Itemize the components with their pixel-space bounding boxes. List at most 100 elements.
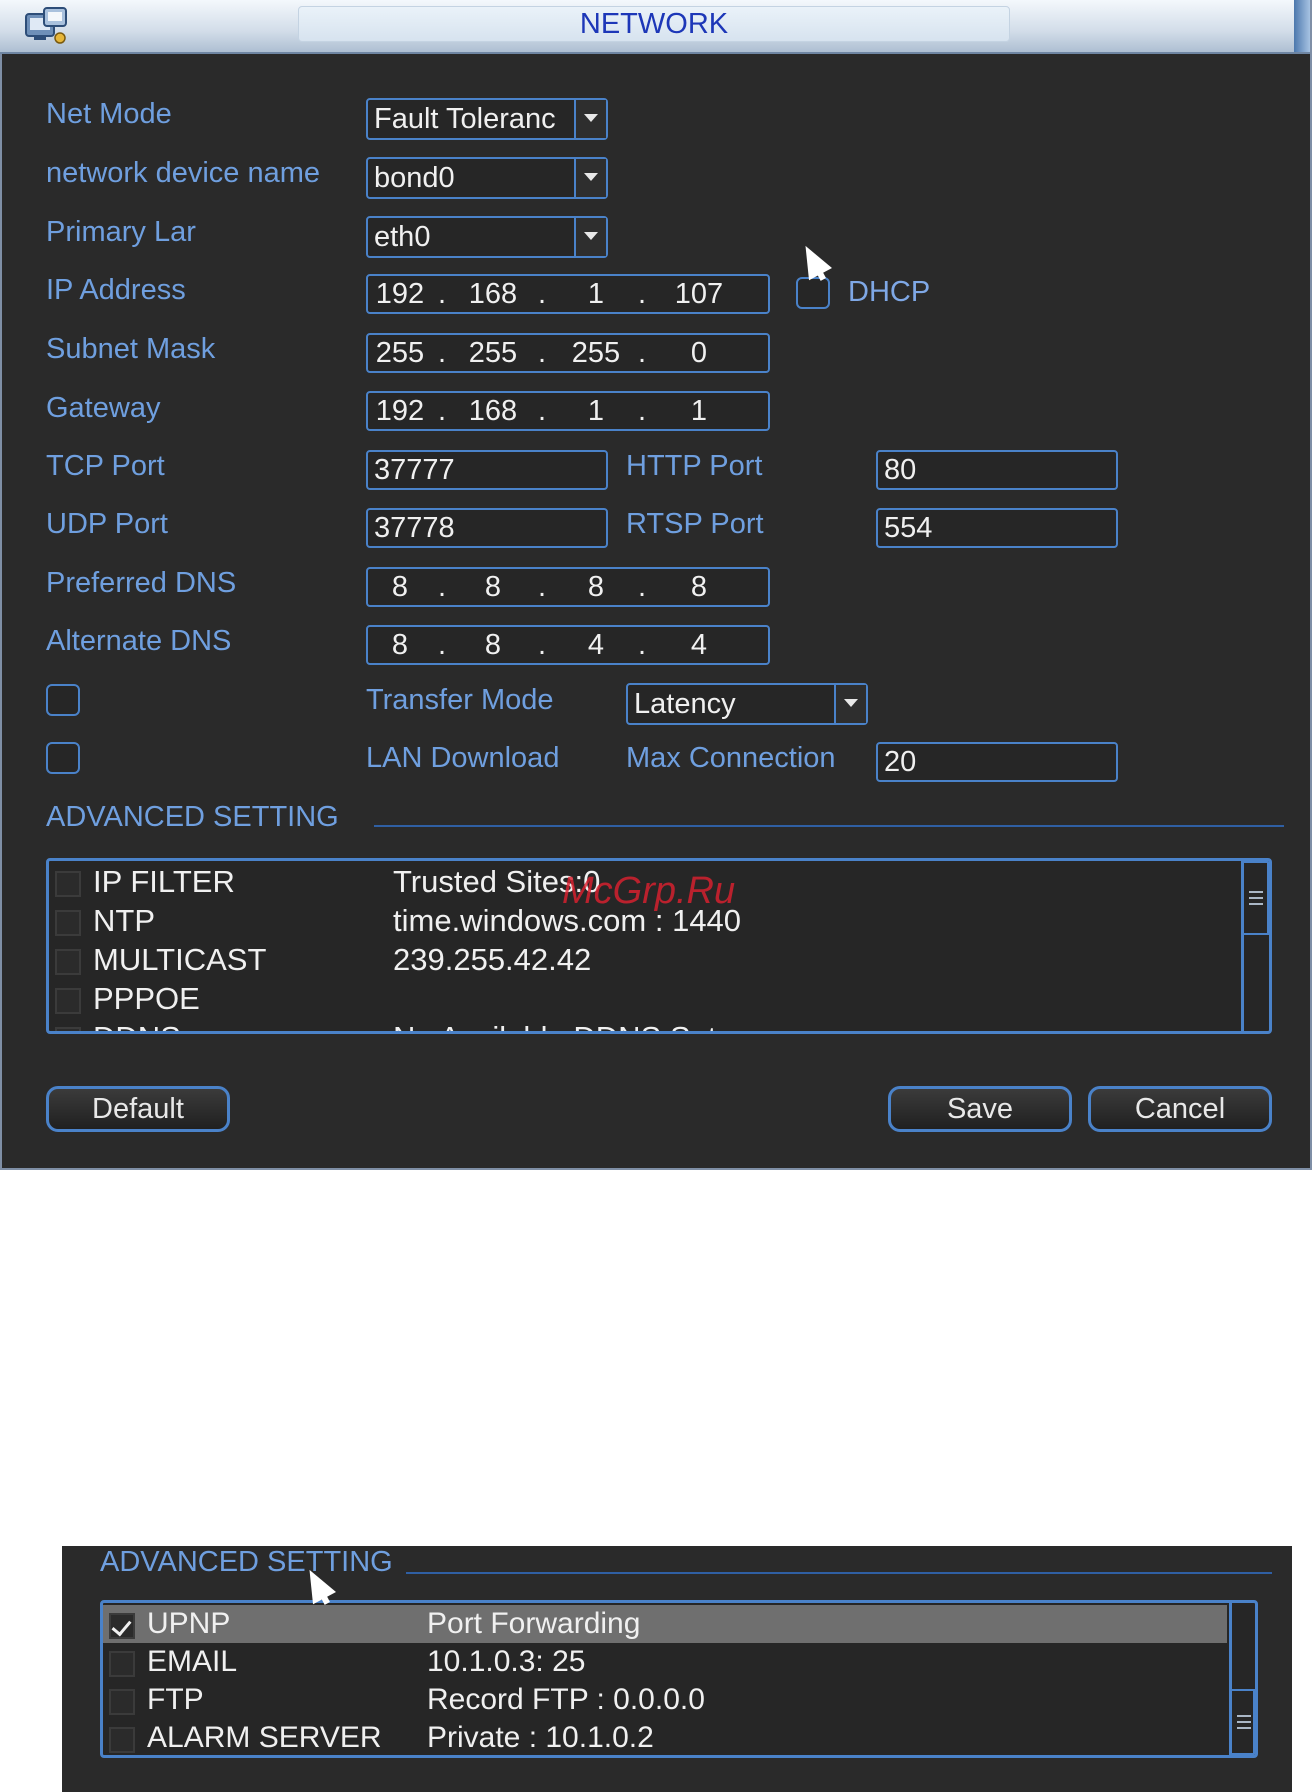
row-checkbox[interactable] [55,871,81,897]
dns1-octet-4: 8 [690,571,708,603]
transfer-mode-checkbox[interactable] [46,684,80,716]
chevron-down-icon[interactable] [574,218,606,256]
advanced-divider [374,825,1284,827]
list-item-upnp[interactable]: UPNP Port Forwarding [103,1605,1227,1643]
http-port-field[interactable]: 80 [876,450,1118,490]
grip-line [1249,891,1263,893]
grip-line [1249,897,1263,899]
advanced-settings-list-2[interactable]: UPNP Port Forwarding EMAIL 10.1.0.3: 25 … [100,1600,1258,1758]
lan-download-label: LAN Download [366,742,560,774]
list-item-ftp[interactable]: FTP Record FTP : 0.0.0.0 [103,1681,1227,1719]
alternate-dns-field[interactable]: 8 . 8 . 4 . 4 [366,625,770,665]
dhcp-checkbox[interactable] [796,277,830,309]
ip-dot: . [637,395,647,427]
row-name: PPPOE [93,981,200,1016]
udp-port-label: UDP Port [46,508,168,540]
rtsp-port-field[interactable]: 554 [876,508,1118,548]
dns2-octet-2: 8 [484,629,502,661]
ftp-checkbox[interactable] [109,1689,135,1715]
row-checkbox[interactable] [55,949,81,975]
list-item-ddns[interactable]: DDNS No Available DDNS Setup [49,1019,1235,1031]
gateway-octet-4: 1 [690,395,708,427]
save-button[interactable]: Save [888,1086,1072,1132]
row-name: EMAIL [147,1645,238,1678]
gateway-label: Gateway [46,392,161,424]
net-mode-value: Fault Toleranc [374,103,556,135]
row-name: DDNS [93,1019,181,1031]
primary-lan-label: Primary Lar [46,216,196,248]
grip-line [1237,1715,1251,1717]
net-mode-label: Net Mode [46,98,172,130]
grip-line [1249,903,1263,905]
row-value: 239.255.42.42 [393,942,592,977]
gateway-field[interactable]: 192 . 168 . 1 . 1 [366,391,770,431]
window-title: NETWORK [579,8,729,40]
udp-port-field[interactable]: 37778 [366,508,608,548]
scrollbar-thumb[interactable] [1241,861,1269,935]
subnet-octet-2: 255 [468,337,518,369]
list-item-email[interactable]: EMAIL 10.1.0.3: 25 [103,1643,1227,1681]
transfer-mode-select[interactable]: Latency [626,683,868,725]
chevron-down-icon[interactable] [574,159,606,197]
row-name: ALARM SERVER [147,1721,382,1754]
chevron-down-icon[interactable] [834,685,866,723]
alarm-server-checkbox[interactable] [109,1727,135,1753]
chevron-down-icon[interactable] [574,100,606,138]
lan-download-checkbox[interactable] [46,742,80,774]
list-item-pppoe[interactable]: PPPOE [49,980,1235,1018]
gateway-octet-3: 1 [587,395,605,427]
grip-line [1237,1721,1251,1723]
preferred-dns-field[interactable]: 8 . 8 . 8 . 8 [366,567,770,607]
row-checkbox[interactable] [55,910,81,936]
device-name-value: bond0 [374,162,455,194]
ip-dot: . [637,571,647,603]
row-value: No Available DDNS Setup [393,1019,751,1031]
advanced-setting-heading: ADVANCED SETTING [46,801,339,833]
ip-octet-3: 1 [587,278,605,310]
grip-line [1237,1727,1251,1729]
watermark: McGrp.Ru [562,870,736,912]
row-checkbox[interactable] [55,1027,81,1031]
ip-dot: . [537,629,547,661]
ip-dot: . [637,278,647,310]
cancel-button[interactable]: Cancel [1088,1086,1272,1132]
row-name: NTP [93,903,155,938]
row-name: MULTICAST [93,942,267,977]
max-connection-field[interactable]: 20 [876,742,1118,782]
http-port-label: HTTP Port [626,450,763,482]
ip-dot: . [537,278,547,310]
primary-lan-select[interactable]: eth0 [366,216,608,258]
list-item-multicast[interactable]: MULTICAST 239.255.42.42 [49,941,1235,979]
dns2-octet-1: 8 [391,629,409,661]
advanced-setting-heading-2: ADVANCED SETTING [100,1546,393,1578]
dns1-octet-2: 8 [484,571,502,603]
list-item-alarm-server[interactable]: ALARM SERVER Private : 10.1.0.2 [103,1719,1227,1755]
row-value: 10.1.0.3: 25 [427,1645,586,1678]
tcp-port-label: TCP Port [46,450,165,482]
primary-lan-value: eth0 [374,221,431,253]
subnet-mask-field[interactable]: 255 . 255 . 255 . 0 [366,333,770,373]
net-mode-select[interactable]: Fault Toleranc [366,98,608,140]
upnp-checkbox[interactable] [109,1613,135,1639]
dns2-octet-3: 4 [587,629,605,661]
email-checkbox[interactable] [109,1651,135,1677]
row-checkbox[interactable] [55,988,81,1014]
rtsp-port-label: RTSP Port [626,508,764,540]
ip-dot: . [437,337,447,369]
tcp-port-field[interactable]: 37777 [366,450,608,490]
row-value: Private : 10.1.0.2 [427,1721,654,1754]
ip-dot: . [537,571,547,603]
ip-dot: . [637,629,647,661]
ip-address-field[interactable]: 192 . 168 . 1 . 107 [366,274,770,314]
ip-dot: . [437,629,447,661]
scrollbar-thumb-2[interactable] [1229,1689,1255,1755]
transfer-mode-value: Latency [634,688,736,720]
dns1-octet-1: 8 [391,571,409,603]
default-button[interactable]: Default [46,1086,230,1132]
advanced-divider-2 [406,1572,1272,1574]
device-name-select[interactable]: bond0 [366,157,608,199]
row-value: Port Forwarding [427,1607,641,1640]
ip-dot: . [437,278,447,310]
row-name: IP FILTER [93,864,235,899]
max-connection-label: Max Connection [626,742,836,774]
